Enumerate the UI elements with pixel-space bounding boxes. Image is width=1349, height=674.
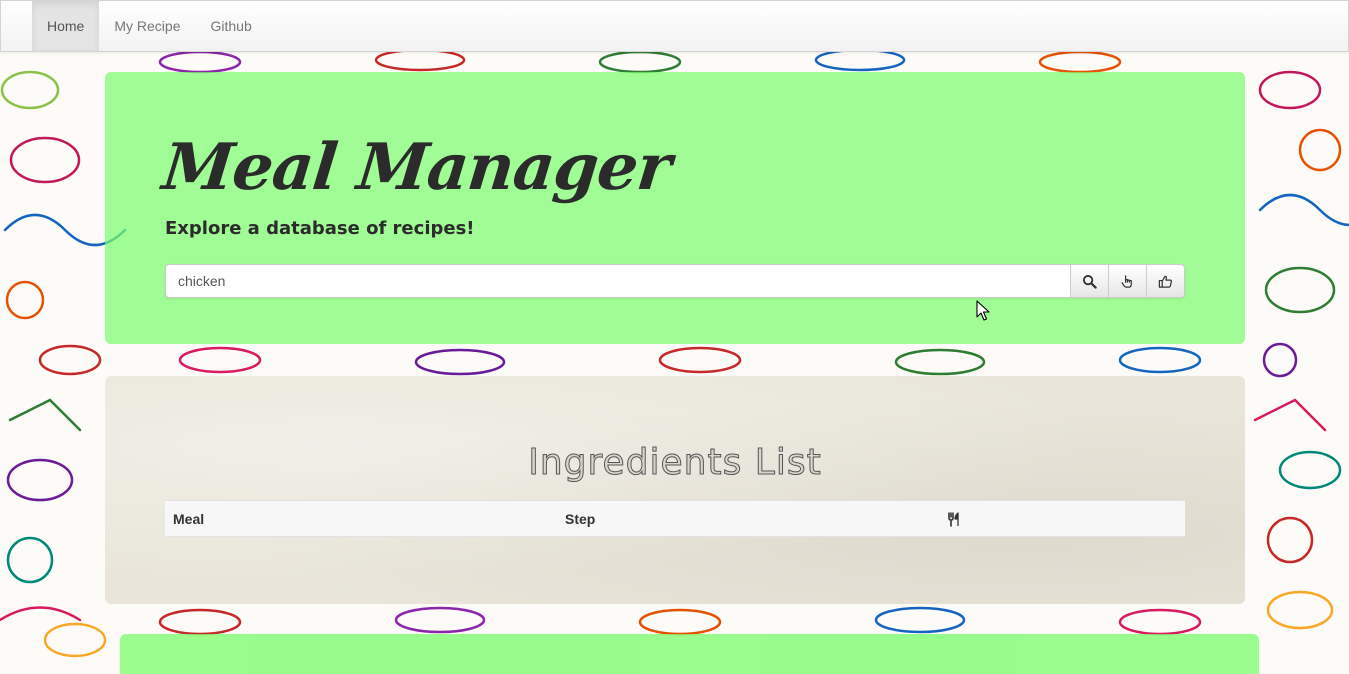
ingredients-table: Meal Step xyxy=(165,500,1185,537)
hand-pointer-icon xyxy=(1121,274,1132,288)
utensils-icon xyxy=(948,512,959,527)
top-navbar: Home My Recipe Github xyxy=(0,0,1349,52)
mouse-cursor-icon xyxy=(976,300,990,321)
like-button[interactable] xyxy=(1146,264,1185,298)
nav-list: Home My Recipe Github xyxy=(1,1,1348,51)
app-title: Meal Manager xyxy=(159,130,675,205)
search-button[interactable] xyxy=(1070,264,1109,298)
column-header-step: Step xyxy=(557,500,939,537)
search-input[interactable] xyxy=(165,264,1071,298)
search-group xyxy=(165,264,1185,298)
table-header-row: Meal Step xyxy=(165,500,1185,537)
nav-item-github[interactable]: Github xyxy=(196,1,267,51)
nav-item-my-recipe[interactable]: My Recipe xyxy=(99,1,195,51)
ingredients-title: Ingredients List xyxy=(528,442,822,484)
app-subtitle: Explore a database of recipes! xyxy=(165,218,475,239)
ingredients-panel: Ingredients List Meal Step xyxy=(105,376,1245,604)
hero-jumbotron: Meal Manager Explore a database of recip… xyxy=(105,72,1245,344)
select-button[interactable] xyxy=(1108,264,1147,298)
next-section-strip xyxy=(120,634,1259,674)
thumbs-up-icon xyxy=(1158,275,1172,288)
column-header-utensils xyxy=(939,500,1185,537)
nav-item-home[interactable]: Home xyxy=(32,1,100,51)
search-icon xyxy=(1082,274,1097,289)
column-header-meal: Meal xyxy=(165,500,557,537)
